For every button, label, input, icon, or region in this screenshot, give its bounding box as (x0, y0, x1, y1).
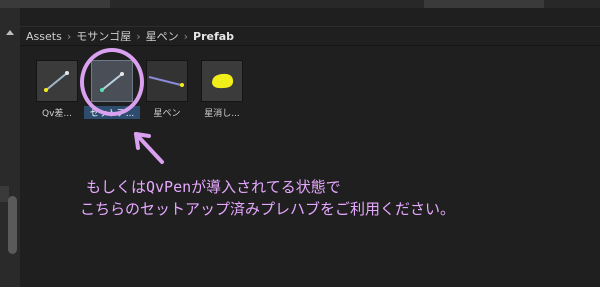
asset-label: 星ペン (153, 109, 181, 119)
scrollbar-thumb[interactable] (8, 196, 17, 254)
panel-tab-area (0, 0, 110, 8)
eraser-preview-icon (212, 73, 234, 89)
asset-item-eraser[interactable]: 星消し... (194, 60, 250, 119)
annotation-arrow-icon (134, 132, 164, 164)
asset-item-hoshipen[interactable]: 星ペン (139, 60, 195, 119)
asset-label: 星消し... (204, 109, 240, 119)
asset-item-qv[interactable]: Qv差... (29, 60, 85, 119)
prefab-thumbnail (146, 60, 188, 102)
prefab-thumbnail (201, 60, 243, 102)
breadcrumb-item-assets[interactable]: Assets (26, 30, 62, 43)
asset-label: Qv差... (42, 109, 72, 119)
folder-tree-pane (0, 8, 20, 287)
panel-tab-area-right (424, 0, 544, 8)
annotation-text-line2: こちらのセットアップ済みプレハブをご利用ください。 (80, 200, 456, 218)
breadcrumb-item-hoshipen[interactable]: 星ペン (146, 28, 179, 44)
breadcrumb: Assets › モサンゴ屋 › 星ペン › Prefab (20, 26, 600, 46)
collapse-arrow-icon[interactable] (6, 30, 14, 35)
highlight-circle (80, 48, 144, 116)
breadcrumb-item-prefab[interactable]: Prefab (193, 30, 234, 43)
chevron-right-icon: › (66, 29, 72, 43)
star-pen-preview-icon (148, 76, 184, 87)
chevron-right-icon: › (136, 29, 141, 43)
chevron-right-icon: › (183, 29, 189, 43)
breadcrumb-item-mosango[interactable]: モサンゴ屋 (76, 28, 131, 44)
panel-top-strip (0, 0, 600, 8)
annotation-text-line1: もしくはQvPenが導入されてる状態で (86, 178, 341, 196)
pen-preview-icon (44, 71, 69, 92)
prefab-thumbnail (36, 60, 78, 102)
